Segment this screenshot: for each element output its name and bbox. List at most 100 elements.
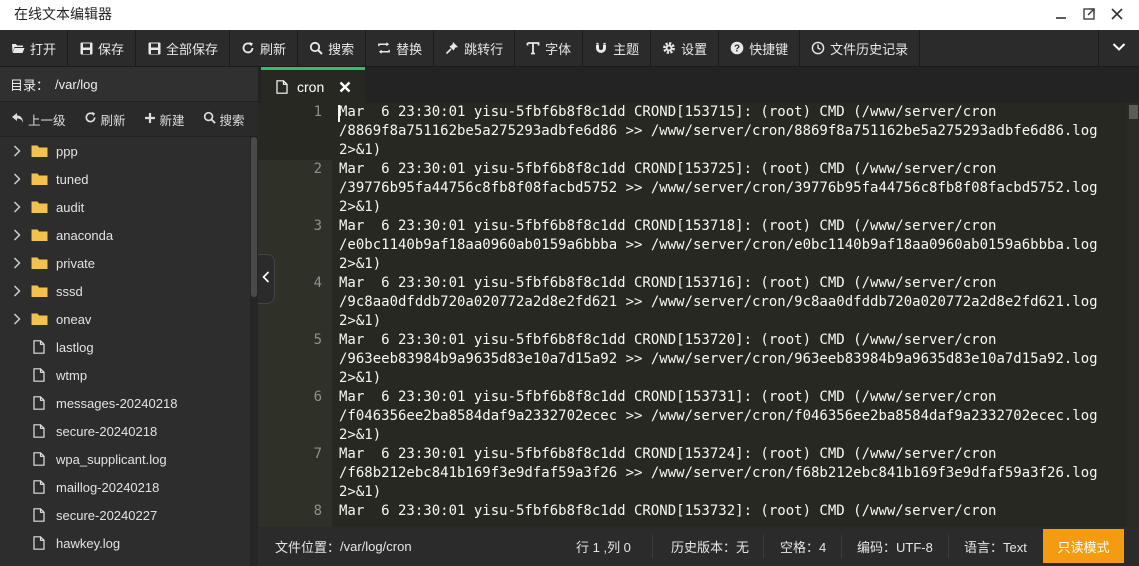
window-title: 在线文本编辑器 <box>14 6 112 22</box>
file-sidebar: 目录： /var/log 上一级 刷新 新建 搜索 ppp tuned audi… <box>0 67 258 566</box>
toolbar-collapse-button[interactable] <box>1098 30 1139 66</box>
file-item[interactable]: messages-20240218 <box>0 389 250 417</box>
code-line[interactable]: 8 Mar 6 23:30:01 yisu-5fbf6b8f8c1dd CROND… <box>258 502 1124 527</box>
folder-item[interactable]: private <box>0 249 250 277</box>
file-item[interactable]: lastlog <box>0 333 250 361</box>
language-setting[interactable]: 语言：Text <box>964 527 1027 566</box>
plus-icon <box>144 112 156 127</box>
chevron-right-icon <box>10 173 24 185</box>
search-icon <box>309 41 323 55</box>
toolbar: 打开 保存 全部保存 刷新 搜索 替换 跳转行 字体 主题 设置 ? 快捷键 文… <box>0 30 1139 67</box>
open-button[interactable]: 打开 <box>0 30 69 66</box>
file-item[interactable]: secure-20240227 <box>0 501 250 529</box>
file-location-path: /var/log/cron <box>340 539 412 554</box>
replace-button[interactable]: 替换 <box>366 30 435 66</box>
chevron-right-icon <box>10 201 24 213</box>
maximize-icon[interactable] <box>1081 6 1097 22</box>
file-history-button[interactable]: 文件历史记录 <box>800 30 921 66</box>
file-item[interactable]: wpa_supplicant.log <box>0 445 250 473</box>
goto-line-button[interactable]: 跳转行 <box>434 30 516 66</box>
file-icon <box>30 368 48 382</box>
file-item[interactable]: maillog-20240218 <box>0 473 250 501</box>
line-text: Mar 6 23:30:01 yisu-5fbf6b8f8c1dd CROND[… <box>339 332 1098 386</box>
pin-icon <box>445 41 459 55</box>
refresh-button[interactable]: 刷新 <box>230 30 299 66</box>
folder-item[interactable]: oneav <box>0 305 250 333</box>
code-line[interactable]: 2 Mar 6 23:30:01 yisu-5fbf6b8f8c1dd CROND… <box>258 160 1124 217</box>
line-number: 1 <box>313 104 322 120</box>
tab-label: cron <box>297 78 325 95</box>
status-bar: 文件位置： /var/log/cron 行 1 ,列 0 历史版本：无 空格：4… <box>258 527 1139 566</box>
new-file-button[interactable]: 新建 <box>133 110 192 129</box>
window-controls <box>1053 6 1125 22</box>
sidebar-collapse-handle[interactable] <box>258 254 275 304</box>
refresh-icon <box>84 111 97 127</box>
file-icon <box>30 396 48 410</box>
tab-cron[interactable]: cron <box>261 67 365 103</box>
code-line[interactable]: 7 Mar 6 23:30:01 yisu-5fbf6b8f8c1dd CROND… <box>258 445 1124 502</box>
minimize-icon[interactable] <box>1053 6 1069 22</box>
search-button[interactable]: 搜索 <box>298 30 367 66</box>
folder-item[interactable]: anaconda <box>0 221 250 249</box>
file-icon <box>30 424 48 438</box>
code-line[interactable]: 5 Mar 6 23:30:01 yisu-5fbf6b8f8c1dd CROND… <box>258 331 1124 388</box>
chevron-right-icon <box>10 257 24 269</box>
close-tab-icon[interactable] <box>338 80 352 94</box>
directory-path: /var/log <box>55 76 98 92</box>
folder-item[interactable]: ppp <box>0 137 250 165</box>
editor-tabs: cron <box>258 67 1139 103</box>
file-icon <box>30 452 48 466</box>
line-text: Mar 6 23:30:01 yisu-5fbf6b8f8c1dd CROND[… <box>339 275 1098 329</box>
parent-dir-button[interactable]: 上一级 <box>0 110 73 129</box>
code-line[interactable]: 4 Mar 6 23:30:01 yisu-5fbf6b8f8c1dd CROND… <box>258 274 1124 331</box>
editor-scroll-thumb[interactable] <box>1129 105 1138 119</box>
history-version[interactable]: 历史版本：无 <box>671 527 749 566</box>
status-divider <box>763 535 764 558</box>
file-icon <box>30 508 48 522</box>
search-icon <box>203 111 216 127</box>
line-text: Mar 6 23:30:01 yisu-5fbf6b8f8c1dd CROND[… <box>339 104 1098 158</box>
sidebar-refresh-button[interactable]: 刷新 <box>73 110 133 129</box>
sidebar-scroll-thumb[interactable] <box>251 137 257 297</box>
folder-icon <box>30 228 48 242</box>
save-button[interactable]: 保存 <box>68 30 137 66</box>
cursor-position[interactable]: 行 1 ,列 0 <box>576 527 631 566</box>
line-number: 7 <box>313 446 322 462</box>
refresh-icon <box>241 41 255 55</box>
code-line[interactable]: 6 Mar 6 23:30:01 yisu-5fbf6b8f8c1dd CROND… <box>258 388 1124 445</box>
folder-icon <box>30 144 48 158</box>
code-editor[interactable]: 1 Mar 6 23:30:01 yisu-5fbf6b8f8c1dd CROND… <box>258 103 1139 527</box>
file-item[interactable]: hawkey.log <box>0 529 250 557</box>
indent-setting[interactable]: 空格：4 <box>780 527 826 566</box>
folder-item[interactable]: tuned <box>0 165 250 193</box>
file-location-label: 文件位置： <box>275 540 341 555</box>
sidebar-scrollbar[interactable] <box>250 137 258 566</box>
line-text: Mar 6 23:30:01 yisu-5fbf6b8f8c1dd CROND[… <box>339 218 1098 272</box>
readonly-mode-button[interactable]: 只读模式 <box>1043 529 1124 563</box>
folder-item[interactable]: sssd <box>0 277 250 305</box>
line-number: 3 <box>313 218 322 234</box>
code-content[interactable]: 1 Mar 6 23:30:01 yisu-5fbf6b8f8c1dd CROND… <box>258 103 1124 527</box>
magnet-icon <box>594 41 608 55</box>
editor-scrollbar[interactable] <box>1127 103 1139 527</box>
folder-item[interactable]: audit <box>0 193 250 221</box>
close-icon[interactable] <box>1109 6 1125 22</box>
code-line[interactable]: 1 Mar 6 23:30:01 yisu-5fbf6b8f8c1dd CROND… <box>258 103 1124 160</box>
file-item[interactable]: secure-20240218 <box>0 417 250 445</box>
save-all-button[interactable]: 全部保存 <box>136 30 231 66</box>
chevron-right-icon <box>10 313 24 325</box>
settings-button[interactable]: 设置 <box>651 30 720 66</box>
font-button[interactable]: 字体 <box>515 30 584 66</box>
file-icon <box>275 79 289 94</box>
sidebar-actions: 上一级 刷新 新建 搜索 <box>0 102 258 137</box>
shortcuts-button[interactable]: ? 快捷键 <box>719 30 801 66</box>
file-item[interactable]: wtmp <box>0 361 250 389</box>
code-line[interactable]: 3 Mar 6 23:30:01 yisu-5fbf6b8f8c1dd CROND… <box>258 217 1124 274</box>
directory-bar: 目录： /var/log <box>0 67 258 102</box>
text-cursor <box>338 105 340 122</box>
encoding-setting[interactable]: 编码：UTF-8 <box>857 527 933 566</box>
folder-icon <box>30 256 48 270</box>
status-divider <box>841 535 842 558</box>
theme-button[interactable]: 主题 <box>583 30 652 66</box>
sidebar-search-button[interactable]: 搜索 <box>192 110 252 129</box>
